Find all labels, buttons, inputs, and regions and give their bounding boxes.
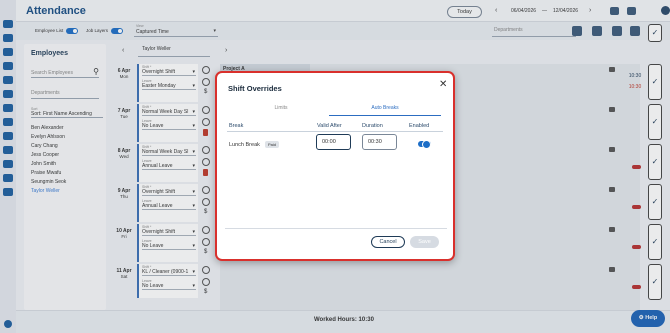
- enabled-toggle[interactable]: [418, 140, 431, 149]
- column-header-enabled: Enabled: [409, 123, 430, 129]
- shift-overrides-dialog: Shift Overrides ✕ Limits Auto Breaks Bre…: [215, 71, 455, 261]
- cancel-button[interactable]: Cancel: [371, 236, 405, 248]
- save-button[interactable]: Save: [410, 236, 439, 248]
- tab-limits[interactable]: Limits: [225, 102, 337, 116]
- column-header-duration: Duration: [362, 123, 383, 129]
- tab-auto-breaks[interactable]: Auto Breaks: [329, 102, 441, 116]
- valid-after-input[interactable]: 00:00: [316, 134, 351, 150]
- dialog-title: Shift Overrides: [228, 84, 282, 93]
- column-header-valid-after: Valid After: [317, 123, 342, 129]
- header-divider: [227, 131, 443, 132]
- paid-badge: Paid: [265, 141, 280, 148]
- break-name: Lunch Break: [229, 142, 260, 148]
- column-header-break: Break: [229, 123, 244, 129]
- duration-input[interactable]: 00:30: [362, 134, 397, 150]
- footer-divider: [225, 228, 447, 229]
- close-icon[interactable]: ✕: [439, 79, 447, 90]
